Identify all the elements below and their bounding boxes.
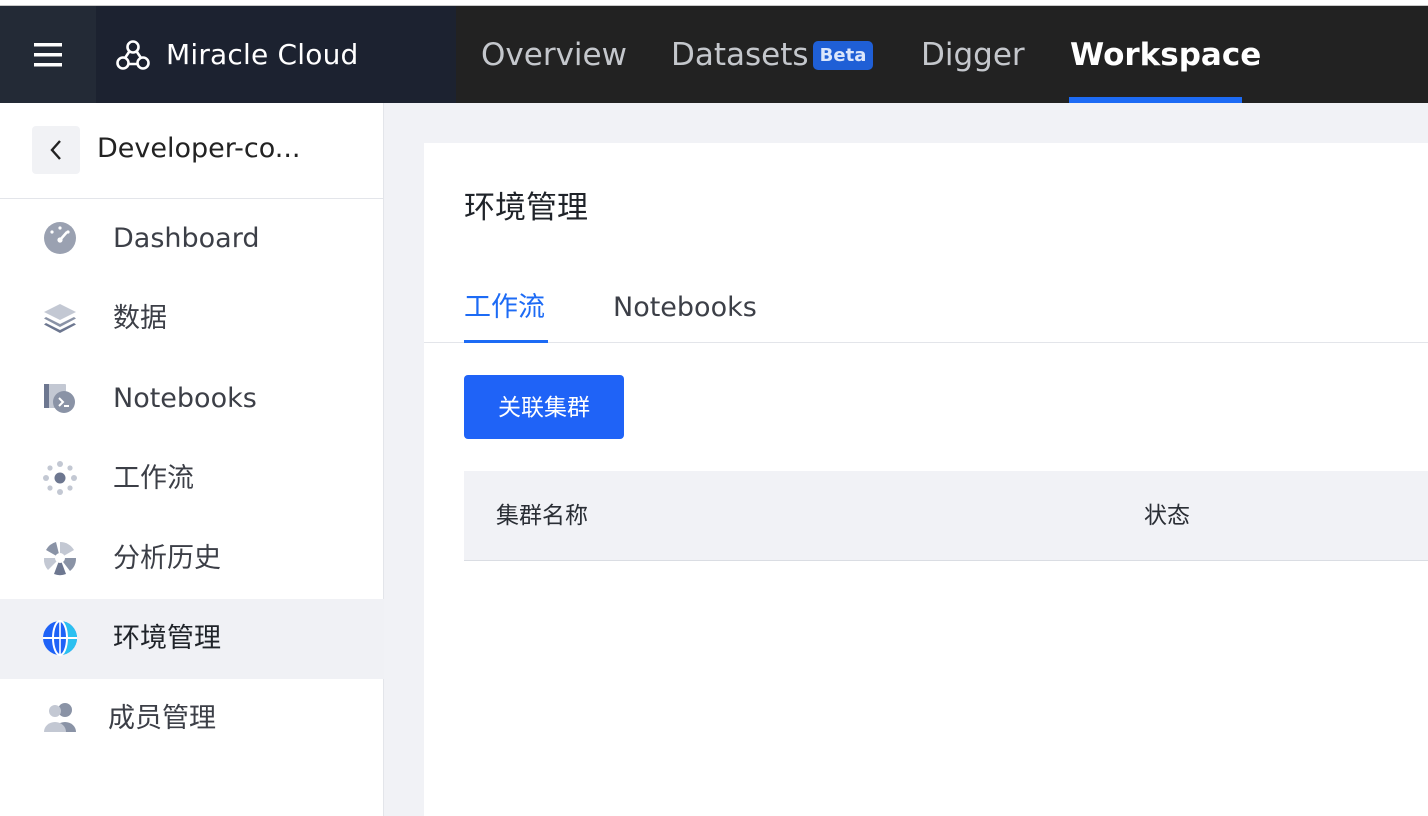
workflow-nodes-icon bbox=[43, 461, 77, 495]
back-button[interactable] bbox=[32, 126, 80, 174]
sidebar-item-members[interactable]: 成员管理 bbox=[0, 679, 384, 759]
page-title: 环境管理 bbox=[464, 190, 588, 226]
nav-overview[interactable]: Overview bbox=[481, 36, 627, 74]
sidebar-item-label: 工作流 bbox=[113, 463, 194, 494]
brand[interactable]: Miracle Cloud bbox=[96, 6, 456, 103]
column-header-status[interactable]: 状态 bbox=[1144, 498, 1190, 534]
top-navigation-bar: Miracle Cloud Overview Datasets Beta Dig… bbox=[0, 6, 1428, 103]
notebook-terminal-icon bbox=[44, 384, 75, 413]
column-header-cluster-name[interactable]: 集群名称 bbox=[496, 498, 588, 534]
sidebar-item-label: Notebooks bbox=[113, 383, 257, 414]
layers-icon bbox=[44, 304, 76, 333]
sidebar-item-notebooks[interactable]: Notebooks bbox=[0, 359, 384, 439]
tabs-divider bbox=[424, 342, 1428, 343]
members-icon bbox=[44, 703, 76, 732]
hamburger-menu-icon bbox=[34, 42, 62, 66]
globe-icon bbox=[43, 620, 77, 656]
associate-cluster-button[interactable]: 关联集群 bbox=[464, 375, 624, 439]
sidebar-item-label: 环境管理 bbox=[113, 623, 221, 654]
sidebar-item-label: 分析历史 bbox=[113, 543, 221, 574]
sidebar-item-dashboard[interactable]: Dashboard bbox=[0, 199, 384, 279]
nav-digger[interactable]: Digger bbox=[921, 36, 1025, 74]
environment-management-card: 环境管理 工作流 Notebooks 关联集群 集群名称 状态 bbox=[424, 143, 1428, 816]
analysis-history-icon bbox=[43, 541, 77, 576]
nav-workspace[interactable]: Workspace bbox=[1070, 36, 1261, 74]
brand-name: Miracle Cloud bbox=[166, 38, 359, 71]
nav-active-indicator bbox=[1069, 97, 1242, 103]
sidebar-item-data[interactable]: 数据 bbox=[0, 279, 384, 359]
miracle-cloud-logo-icon bbox=[116, 40, 150, 70]
sidebar-item-label: Dashboard bbox=[113, 223, 260, 254]
table-header-row: 集群名称 状态 bbox=[464, 471, 1428, 561]
project-name: Developer-co... bbox=[97, 133, 301, 164]
hamburger-menu-button[interactable] bbox=[0, 6, 96, 103]
nav-datasets[interactable]: Datasets bbox=[671, 36, 809, 74]
sidebar-item-workflow[interactable]: 工作流 bbox=[0, 439, 384, 519]
dashboard-gauge-icon bbox=[44, 222, 76, 254]
tab-active-indicator bbox=[464, 340, 548, 343]
sidebar-item-label: 成员管理 bbox=[108, 703, 216, 734]
sidebar-item-analysis-history[interactable]: 分析历史 bbox=[0, 519, 384, 599]
chevron-left-icon bbox=[50, 140, 61, 160]
beta-badge: Beta bbox=[813, 41, 873, 70]
sidebar: Developer-co... Dashboard 数据 Notebooks 工… bbox=[0, 103, 384, 816]
tab-workflow[interactable]: 工作流 bbox=[464, 290, 545, 326]
sidebar-item-label: 数据 bbox=[113, 303, 167, 334]
tab-notebooks[interactable]: Notebooks bbox=[613, 290, 757, 326]
sidebar-item-environment[interactable]: 环境管理 bbox=[0, 599, 384, 679]
